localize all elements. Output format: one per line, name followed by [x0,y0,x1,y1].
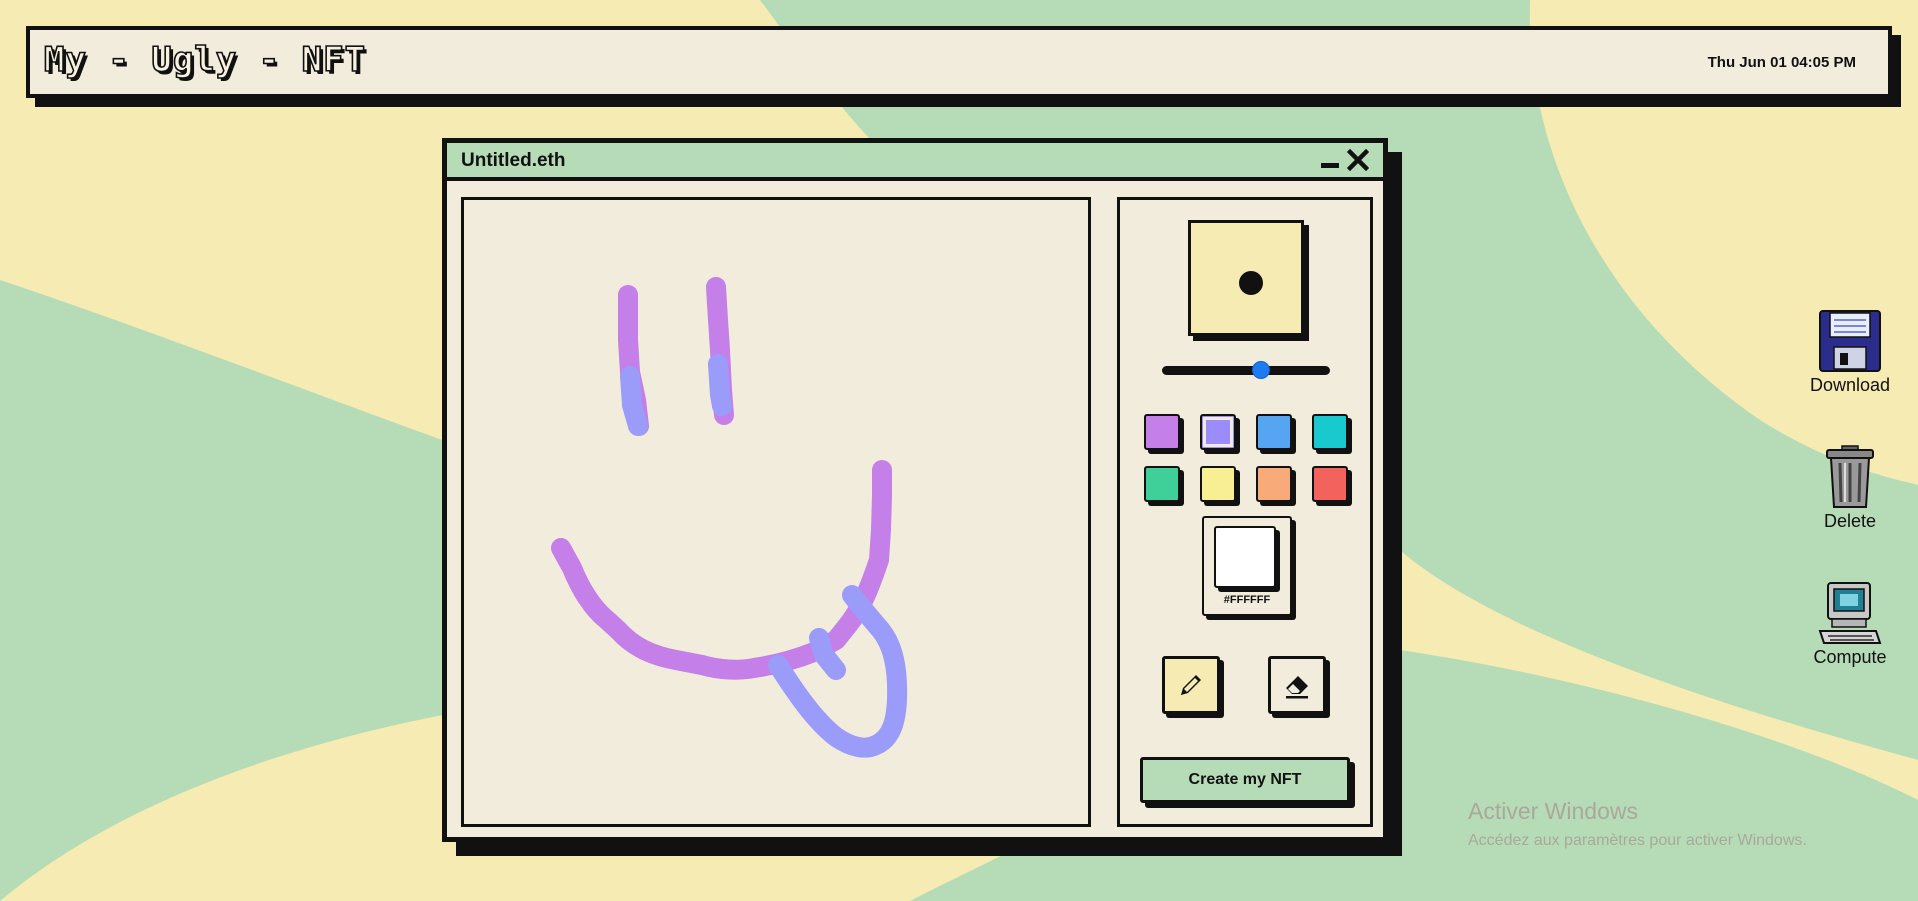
window-titlebar[interactable]: Untitled.eth [447,143,1383,181]
create-nft-button[interactable]: Create my NFT [1140,757,1350,803]
custom-color-picker[interactable]: #FFFFFF [1202,516,1292,616]
right-eye-overlay-stroke [708,354,732,416]
left-eye-overlay-stroke [620,366,648,436]
brush-dot [1239,271,1263,295]
eraser-button[interactable] [1268,656,1326,714]
top-bar: My - Ugly - NFT Thu Jun 01 04:05 PM [26,26,1892,98]
clock: Thu Jun 01 04:05 PM [1707,54,1856,71]
swatch-teal[interactable] [1312,414,1348,450]
pencil-button[interactable] [1162,656,1220,714]
desktop-icon-label: Compute [1813,647,1887,667]
slider-thumb[interactable] [1252,361,1270,379]
swatch-yellow[interactable] [1200,466,1236,502]
trash-icon [1826,445,1874,508]
window-title: Untitled.eth [461,150,566,171]
floppy-disk-icon [1819,310,1881,372]
brush-size-slider[interactable] [1162,359,1332,381]
download-desktop-icon[interactable]: Download [1795,309,1905,396]
activation-watermark-subtitle: Accédez aux paramètres pour activer Wind… [1468,832,1807,849]
brush-preview [1188,220,1304,336]
slider-track [1162,366,1330,375]
app-logo: My - Ugly - NFT [43,39,367,81]
pencil-icon [1181,675,1201,695]
tool-panel: #FFFFFF Create my NFT [1117,197,1373,827]
computer-icon [1818,582,1882,644]
swatch-red[interactable] [1312,466,1348,502]
drawing-canvas[interactable] [461,197,1091,827]
paint-window: Untitled.eth #FFFFFF Create my NFT [442,138,1388,842]
custom-color-hex: #FFFFFF [1223,594,1271,606]
swatch-blue[interactable] [1256,414,1292,450]
close-icon[interactable] [1347,149,1369,171]
smile-stroke [551,460,892,680]
swatch-periwinkle[interactable] [1200,414,1236,450]
swatch-green[interactable] [1144,466,1180,502]
desktop-icon-label: Delete [1823,511,1877,531]
eraser-icon [1286,676,1308,699]
desktop-icon-label: Download [1809,375,1891,395]
minimize-icon[interactable] [1319,149,1341,171]
delete-desktop-icon[interactable]: Delete [1795,445,1905,532]
activation-watermark-title: Activer Windows [1468,798,1638,824]
swatch-peach[interactable] [1256,466,1292,502]
swatch-purple[interactable] [1144,414,1180,450]
custom-color-box[interactable] [1214,526,1276,588]
compute-desktop-icon[interactable]: Compute [1795,581,1905,668]
drawing-strokes [551,277,908,758]
